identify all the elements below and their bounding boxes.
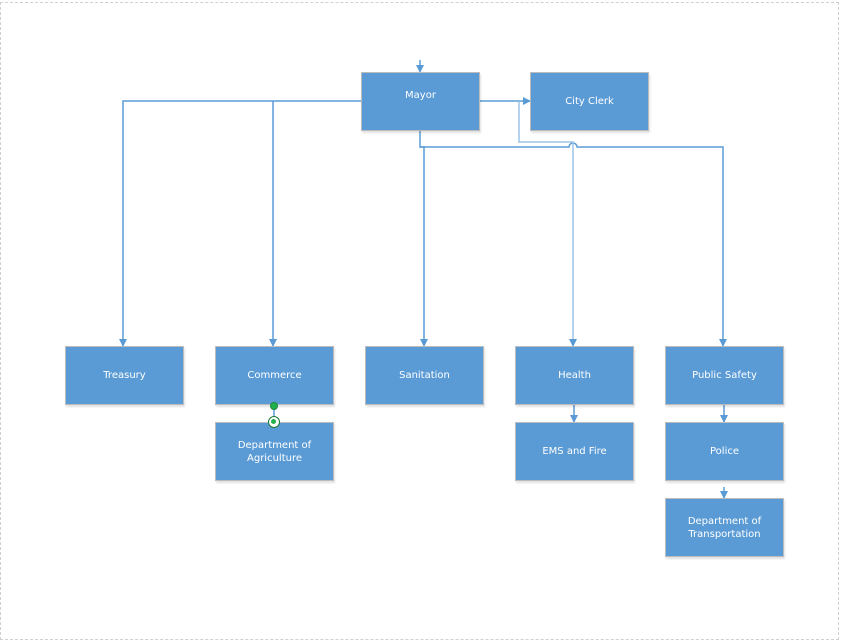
node-public-safety[interactable]: Public Safety: [665, 346, 784, 405]
connector-mayor-treasury[interactable]: [119, 100, 361, 347]
node-health[interactable]: Health: [515, 346, 634, 405]
node-transportation[interactable]: Department of Transportation: [665, 498, 784, 557]
node-label: Public Safety: [692, 370, 757, 381]
node-mayor[interactable]: Mayor: [361, 72, 480, 131]
connector-begin-handle[interactable]: [270, 402, 278, 410]
node-label: Police: [710, 446, 739, 457]
node-label: Department of Agriculture: [237, 439, 312, 464]
node-label: Department of Transportation: [687, 515, 762, 540]
node-ems-fire[interactable]: EMS and Fire: [515, 422, 634, 481]
node-label: Commerce: [247, 370, 302, 381]
node-label: Health: [558, 370, 591, 381]
connector-mayor-publicsafety[interactable]: [420, 142, 727, 347]
node-sanitation[interactable]: Sanitation: [365, 346, 484, 405]
node-agriculture[interactable]: Department of Agriculture: [215, 422, 334, 481]
node-label: Sanitation: [399, 370, 450, 381]
node-label: Mayor: [405, 90, 436, 101]
node-label: City Clerk: [565, 96, 614, 107]
connector-mayor-sanitation[interactable]: [419, 131, 428, 347]
node-police[interactable]: Police: [665, 422, 784, 481]
node-city-clerk[interactable]: City Clerk: [530, 72, 649, 131]
connector-end-handle[interactable]: [268, 416, 280, 428]
node-label: EMS and Fire: [542, 446, 607, 457]
connector-mayor-health[interactable]: [518, 101, 577, 347]
node-label: Treasury: [103, 370, 146, 381]
node-commerce[interactable]: Commerce: [215, 346, 334, 405]
handle-dot: [271, 419, 276, 424]
node-treasury[interactable]: Treasury: [65, 346, 184, 405]
